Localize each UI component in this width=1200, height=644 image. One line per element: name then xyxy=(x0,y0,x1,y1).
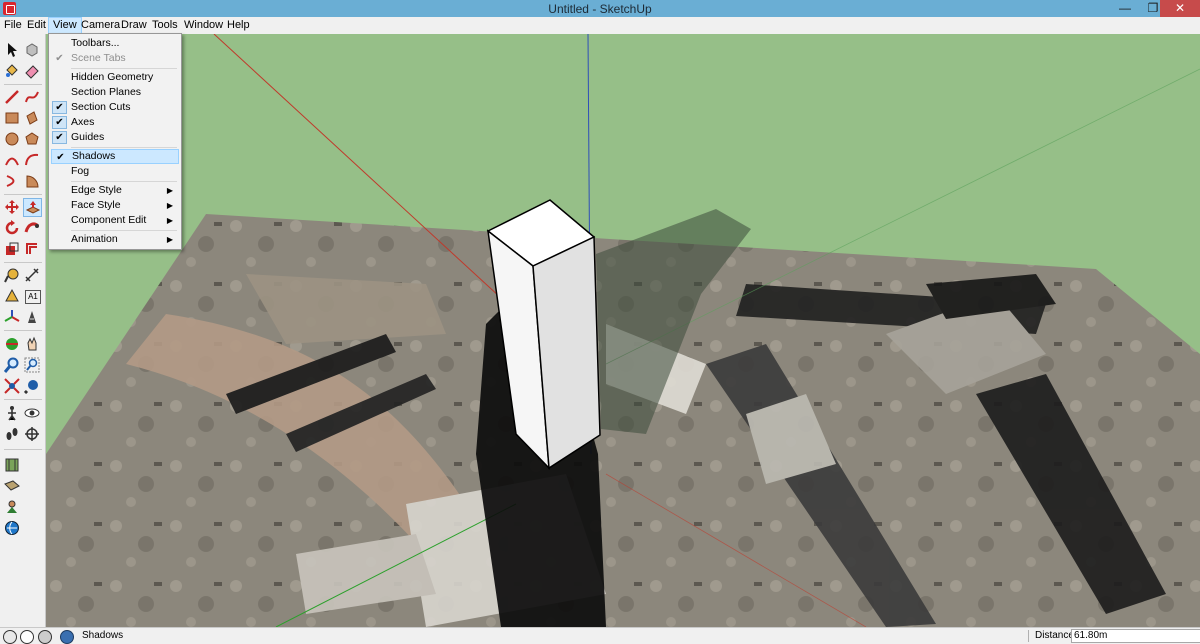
menu-window[interactable]: Window xyxy=(180,17,227,34)
previous-view-icon[interactable] xyxy=(23,377,41,395)
checkmark-icon: ✔ xyxy=(52,131,67,144)
help-icon[interactable] xyxy=(60,630,74,644)
scene-canvas[interactable] xyxy=(46,34,1200,627)
toolbar-separator xyxy=(4,330,42,331)
freehand-icon[interactable] xyxy=(23,88,41,106)
extension-warehouse-icon[interactable] xyxy=(3,519,21,537)
view-menu-dropdown: Toolbars... ✔ Scene Tabs Hidden Geometry… xyxy=(48,33,182,250)
view-menu-item-face-style[interactable]: Face Style ▶ xyxy=(51,198,179,213)
menu-separator xyxy=(71,181,177,182)
view-menu-item-section-cuts[interactable]: ✔ Section Cuts xyxy=(51,100,179,115)
menu-edit[interactable]: Edit xyxy=(23,17,50,34)
menu-tools[interactable]: Tools xyxy=(148,17,182,34)
minimize-button[interactable]: — xyxy=(1110,0,1140,17)
scale-icon[interactable] xyxy=(3,240,21,258)
submenu-arrow-icon: ▶ xyxy=(166,186,173,195)
look-around-icon[interactable] xyxy=(23,404,41,422)
view-menu-item-guides[interactable]: ✔ Guides xyxy=(51,130,179,145)
circle-icon[interactable] xyxy=(3,130,21,148)
axes-icon[interactable] xyxy=(3,308,21,326)
view-menu-item-fog[interactable]: Fog xyxy=(51,164,179,179)
zoom-icon[interactable] xyxy=(3,356,21,374)
menu-separator xyxy=(71,68,177,69)
submenu-arrow-icon: ▶ xyxy=(166,201,173,210)
photo-textures-icon[interactable] xyxy=(3,498,21,516)
status-bar: Shadows Distance 61.80m xyxy=(0,627,1200,644)
offset-icon[interactable] xyxy=(23,240,41,258)
large-tool-set-toolbar: A1 xyxy=(0,34,46,627)
view-menu-item-shadows[interactable]: ✔ Shadows xyxy=(51,149,179,164)
menu-separator xyxy=(71,230,177,231)
tape-measure-icon[interactable] xyxy=(3,266,21,284)
status-divider xyxy=(1028,630,1029,642)
3d-text-icon[interactable] xyxy=(23,308,41,326)
make-component-icon[interactable] xyxy=(23,41,41,59)
position-camera-icon[interactable] xyxy=(3,404,21,422)
rectangle-icon[interactable] xyxy=(3,109,21,127)
dimension-icon[interactable] xyxy=(23,266,41,284)
zoom-extents-icon[interactable] xyxy=(3,377,21,395)
menu-separator xyxy=(71,147,177,148)
view-menu-item-axes[interactable]: ✔ Axes xyxy=(51,115,179,130)
measurement-label: Distance xyxy=(1035,630,1074,641)
polygon-icon[interactable] xyxy=(23,130,41,148)
three-point-arc-icon[interactable] xyxy=(3,172,21,190)
zoom-window-icon[interactable] xyxy=(23,356,41,374)
submenu-arrow-icon: ▶ xyxy=(166,216,173,225)
modeling-viewport[interactable] xyxy=(46,34,1200,627)
line-icon[interactable] xyxy=(3,88,21,106)
pie-icon[interactable] xyxy=(23,172,41,190)
select-icon[interactable] xyxy=(3,41,21,59)
checkmark-icon: ✔ xyxy=(55,53,64,64)
checkmark-icon: ✔ xyxy=(56,152,65,163)
title-bar: Untitled - SketchUp — ❐ ✕ xyxy=(0,0,1200,17)
menu-draw[interactable]: Draw xyxy=(117,17,151,34)
rotate-icon[interactable] xyxy=(3,219,21,237)
submenu-arrow-icon: ▶ xyxy=(166,235,173,244)
two-point-arc-icon[interactable] xyxy=(23,151,41,169)
menu-help[interactable]: Help xyxy=(223,17,254,34)
user-icon[interactable] xyxy=(38,630,52,644)
protractor-icon[interactable] xyxy=(3,287,21,305)
eraser-icon[interactable] xyxy=(23,62,41,80)
view-menu-item-component-edit[interactable]: Component Edit ▶ xyxy=(51,213,179,228)
follow-me-icon[interactable] xyxy=(23,219,41,237)
close-button[interactable]: ✕ xyxy=(1160,0,1200,17)
walk-icon[interactable] xyxy=(3,425,21,443)
menu-file[interactable]: File xyxy=(0,17,26,34)
checkmark-icon: ✔ xyxy=(52,101,67,114)
credits-icon[interactable] xyxy=(20,630,34,644)
orbit-icon[interactable] xyxy=(3,335,21,353)
arc-icon[interactable] xyxy=(3,151,21,169)
view-menu-item-edge-style[interactable]: Edge Style ▶ xyxy=(51,183,179,198)
toolbar-separator xyxy=(4,84,42,85)
paint-bucket-icon[interactable] xyxy=(3,62,21,80)
view-menu-item-toolbars[interactable]: Toolbars... xyxy=(51,36,179,51)
add-location-icon[interactable] xyxy=(3,456,21,474)
toolbar-separator xyxy=(4,262,42,263)
move-icon[interactable] xyxy=(3,198,21,216)
section-plane-icon[interactable] xyxy=(23,425,41,443)
window-title: Untitled - SketchUp xyxy=(548,2,652,16)
geo-location-icon[interactable] xyxy=(3,630,17,644)
push-pull-icon[interactable] xyxy=(23,198,42,217)
toolbar-separator xyxy=(4,399,42,400)
status-message: Shadows xyxy=(82,630,124,641)
pan-icon[interactable] xyxy=(23,335,41,353)
text-icon[interactable]: A1 xyxy=(25,290,41,304)
view-menu-item-hidden-geometry[interactable]: Hidden Geometry xyxy=(51,70,179,85)
view-menu-item-section-planes[interactable]: Section Planes xyxy=(51,85,179,100)
rotated-rectangle-icon[interactable] xyxy=(23,109,41,127)
view-menu-item-animation[interactable]: Animation ▶ xyxy=(51,232,179,247)
toolbar-separator xyxy=(4,449,42,450)
measurement-input[interactable]: 61.80m xyxy=(1071,629,1200,643)
toolbar-separator xyxy=(4,194,42,195)
toggle-terrain-icon[interactable] xyxy=(3,477,21,495)
view-menu-item-scene-tabs: ✔ Scene Tabs xyxy=(51,51,179,66)
checkmark-icon: ✔ xyxy=(52,116,67,129)
